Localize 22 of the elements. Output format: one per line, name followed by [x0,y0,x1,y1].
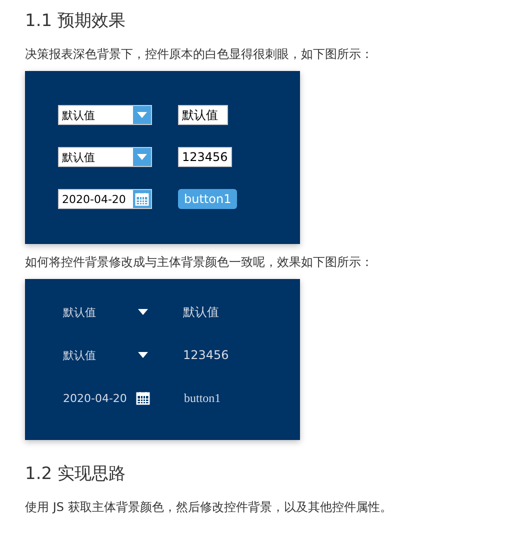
dropdown[interactable]: 默认值 [58,147,152,167]
date-field[interactable]: 2020-04-20 [58,388,152,408]
date-field[interactable]: 2020-04-20 [58,189,152,209]
caret-icon [138,352,148,358]
caret-icon [137,112,147,118]
text-field[interactable]: 123456 [178,147,232,167]
text-field[interactable]: 默认值 [178,105,228,125]
paragraph: 如何将控件背景修改成与主体背景颜色一致呢，效果如下图所示： [25,254,374,271]
paragraph: 决策报表深色背景下，控件原本的白色显得很刺眼，如下图所示： [25,46,374,63]
caret-icon [138,309,148,315]
text-field[interactable]: 默认值 [178,302,228,322]
calendar-icon [135,192,149,206]
dropdown[interactable]: 默认值 [58,302,152,322]
dropdown[interactable]: 默认值 [58,105,152,125]
section-heading: 1.1 预期效果 [25,10,126,32]
text-field[interactable]: 123456 [178,345,232,365]
paragraph: 使用 JS 获取主体背景颜色，然后修改控件背景，以及其他控件属性。 [25,499,393,516]
calendar-icon [136,391,150,405]
button[interactable]: button1 [178,388,227,408]
caret-icon [137,154,147,160]
section-heading: 1.2 实现思路 [25,463,126,485]
dropdown[interactable]: 默认值 [58,345,152,365]
